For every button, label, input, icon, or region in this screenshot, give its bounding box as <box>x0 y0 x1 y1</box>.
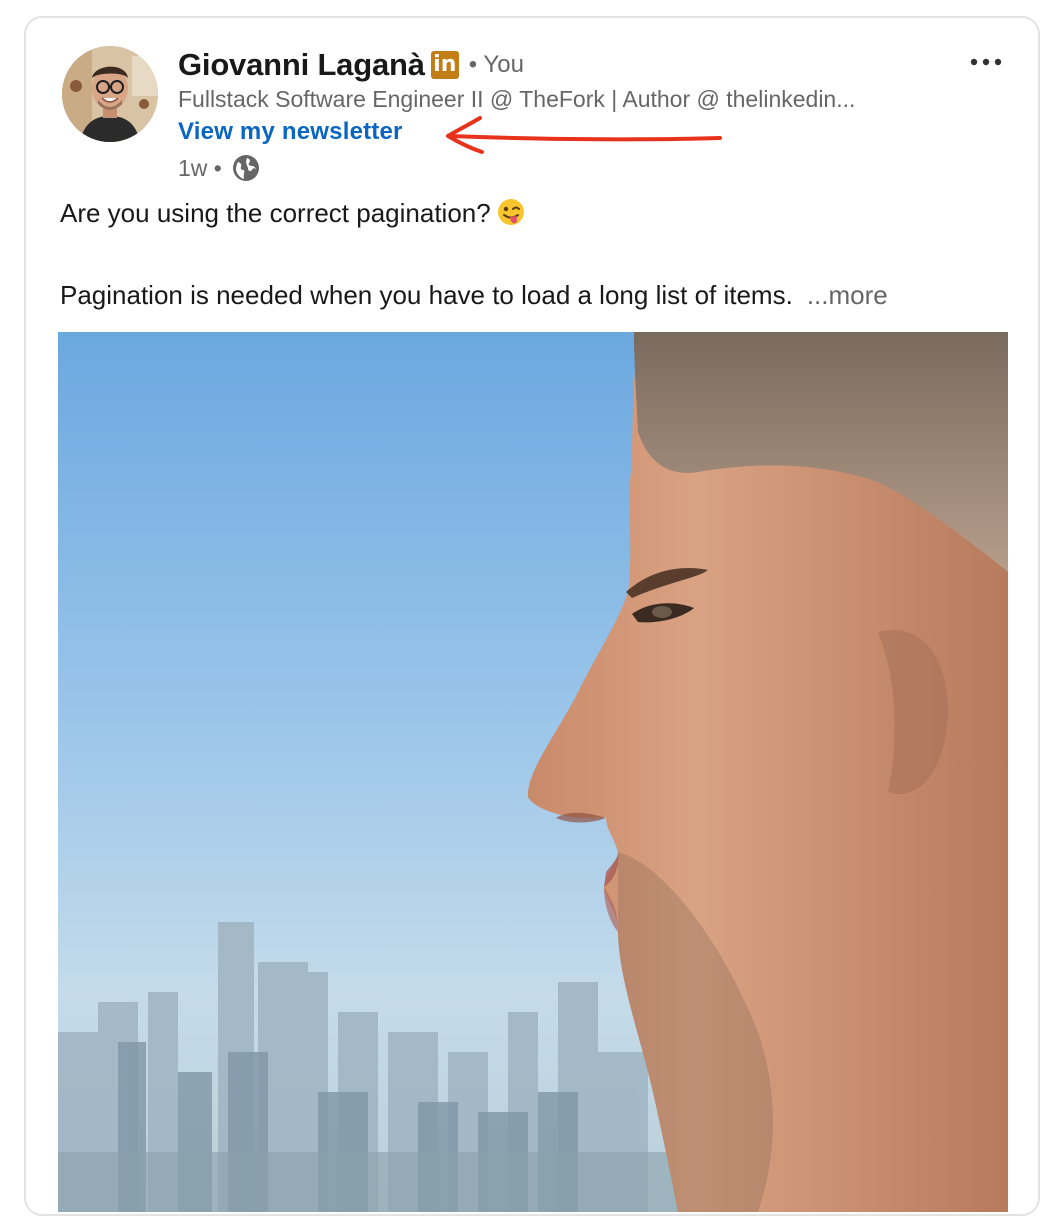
post-text-line2: Pagination is needed when you have to lo… <box>60 280 888 311</box>
see-more-link[interactable]: ...more <box>807 280 888 310</box>
post-card: Giovanni Laganà in • You Fullstack Softw… <box>24 16 1040 1216</box>
post-text-first-line: Are you using the correct pagination? <box>60 198 491 228</box>
view-newsletter-link[interactable]: View my newsletter <box>178 118 403 146</box>
connection-degree: • You <box>468 51 524 78</box>
more-horizontal-icon <box>970 58 1002 66</box>
author-avatar[interactable] <box>62 46 158 142</box>
author-name-row: Giovanni Laganà in • You <box>178 46 524 84</box>
post-text-line1: Are you using the correct pagination? <box>60 198 525 229</box>
author-headline: Fullstack Software Engineer II @ TheFork… <box>178 86 856 112</box>
winking-face-with-tongue-icon <box>497 199 524 225</box>
globe-icon <box>232 155 259 181</box>
author-name[interactable]: Giovanni Laganà <box>178 47 425 83</box>
annotation-arrow-icon <box>446 116 722 154</box>
post-image[interactable] <box>58 332 1008 1212</box>
more-options-button[interactable] <box>962 46 1010 78</box>
post-text-second-line: Pagination is needed when you have to lo… <box>60 280 793 310</box>
linkedin-premium-badge-icon: in <box>430 51 459 79</box>
post-meta: 1w • <box>178 152 260 184</box>
post-age: 1w • <box>178 154 222 181</box>
